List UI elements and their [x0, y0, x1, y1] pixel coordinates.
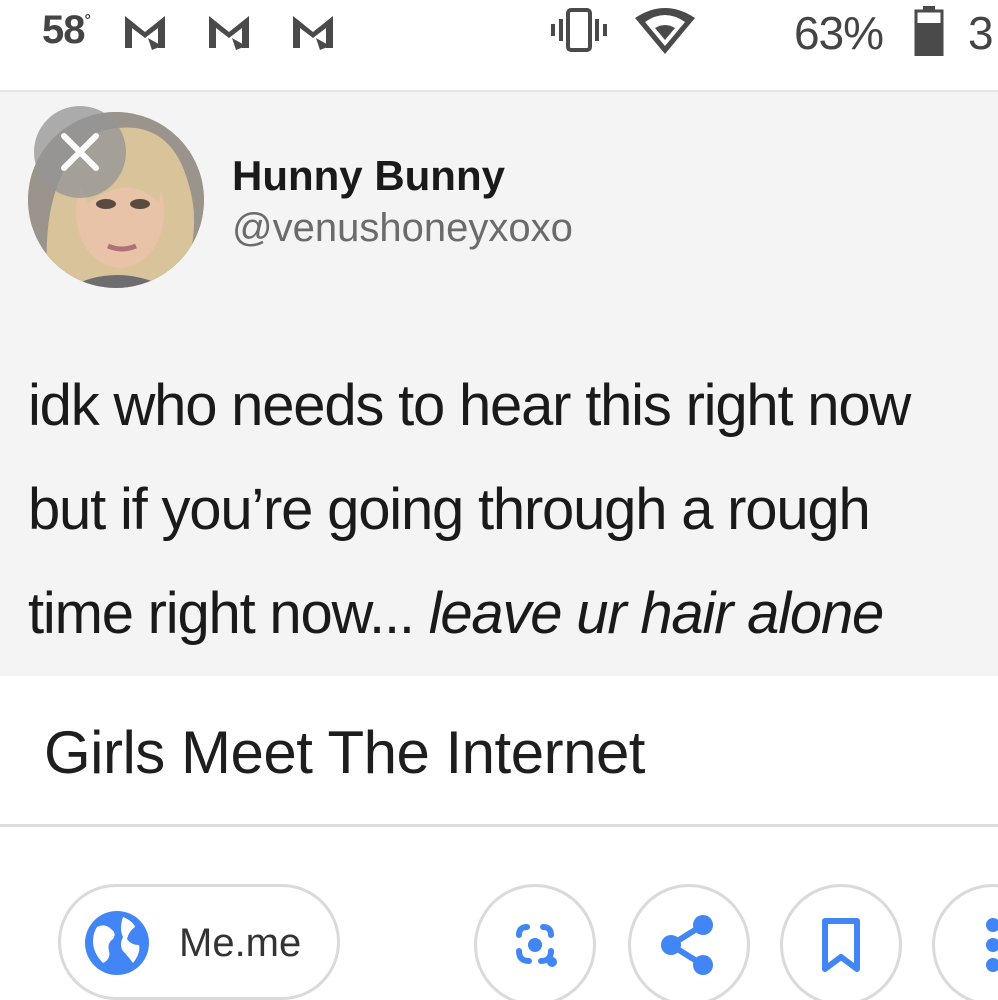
- tweet-handle: @venushoneyxoxo: [232, 206, 573, 250]
- vibrate-icon: [548, 6, 610, 59]
- share-button[interactable]: [628, 884, 750, 1000]
- bookmark-icon: [822, 918, 860, 972]
- image-caption[interactable]: Girls Meet The Internet: [44, 718, 645, 787]
- status-temperature-unit: °: [84, 12, 91, 29]
- tweet-card: Hunny Bunny @venushoneyxoxo idk who need…: [0, 90, 998, 676]
- wifi-icon: [633, 6, 697, 61]
- battery-percent: 63%: [794, 7, 884, 59]
- share-icon: [661, 915, 713, 975]
- source-chip[interactable]: Me.me: [58, 884, 340, 1000]
- tweet-line-2: but if you’re going through a rough: [28, 477, 871, 542]
- tweet-emphasis: leave ur hair alone: [428, 581, 885, 646]
- battery-icon: [914, 6, 944, 61]
- globe-icon: [83, 909, 151, 977]
- lens-icon: [516, 924, 557, 967]
- status-bar: 58° 63% 3: [0, 0, 998, 66]
- divider: [0, 824, 998, 827]
- source-label: Me.me: [179, 921, 302, 965]
- status-clock: 3: [968, 7, 994, 59]
- gmail-icon: [122, 12, 168, 57]
- tweet-display-name: Hunny Bunny: [232, 152, 505, 199]
- tweet-line-3-text: time right now...: [28, 581, 429, 646]
- gmail-icon: [290, 12, 336, 57]
- gmail-icon: [206, 12, 252, 57]
- more-vertical-icon: [986, 918, 998, 972]
- tweet-line-3: time right now... leave ur hair alone: [28, 562, 998, 666]
- tweet-text: idk who needs to hear this right now but…: [28, 354, 998, 666]
- status-temperature: 58°: [42, 8, 91, 53]
- more-button[interactable]: [932, 884, 998, 1000]
- bookmark-button[interactable]: [780, 884, 902, 1000]
- close-button[interactable]: [34, 106, 126, 198]
- tweet-line-1: idk who needs to hear this right now: [28, 373, 911, 438]
- close-icon: [61, 133, 99, 171]
- status-temperature-value: 58: [42, 8, 85, 52]
- screen: 58° 63% 3 Hunny Bunny @venushoneyxoxo id…: [0, 0, 998, 1000]
- lens-button[interactable]: [474, 884, 596, 1000]
